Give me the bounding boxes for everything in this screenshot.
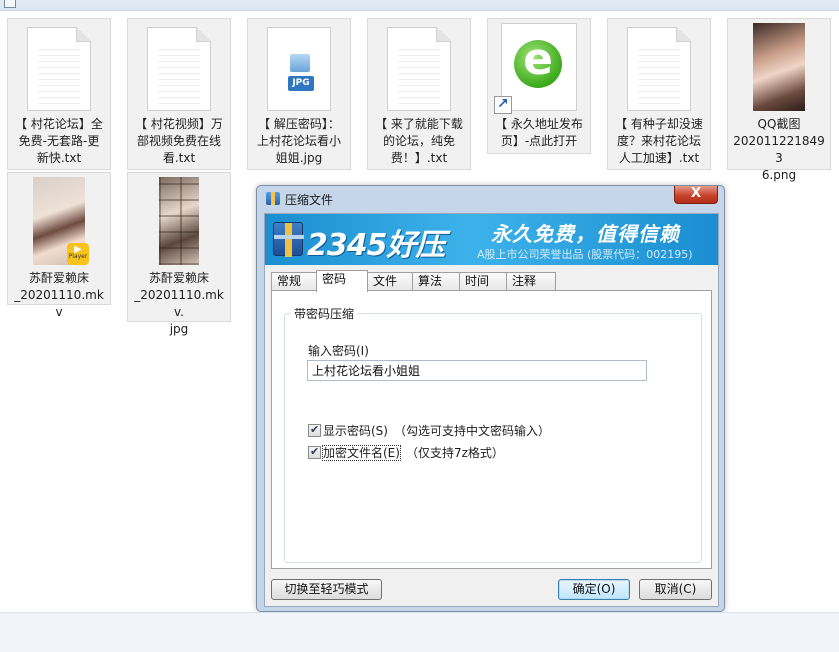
banner-slogan: 永久免费，值得信赖 (491, 222, 680, 246)
password-tab-panel: 带密码压缩 输入密码(I) 显示密码(S) （勾选可支持中文密码输入） 加密文件名… (271, 290, 712, 569)
file-name: 苏酐爱赖床 _20201110.mkv (14, 271, 104, 319)
brand-name: 2345好压 (307, 228, 445, 263)
file-tile-cunhua-forum[interactable]: 【 村花论坛】全 免费-无套路-更 新快.txt (7, 18, 111, 170)
player-badge-icon: Player (67, 243, 89, 265)
file-tile-video-mkv[interactable]: Player 苏酐爱赖床_20201110.mkv (7, 172, 111, 319)
tab-password[interactable]: 密码 (316, 270, 368, 292)
file-name: 【 有种子却没速 度？来村花论坛 人工加速】.txt (615, 117, 703, 165)
video-thumbnail: Player (33, 177, 89, 265)
explorer-status-bar (0, 612, 839, 652)
close-button[interactable]: X (674, 186, 718, 204)
text-document-icon (27, 27, 91, 111)
archive-app-icon (266, 192, 280, 205)
toolbar-view-icon[interactable] (4, 0, 16, 8)
text-document-icon (147, 27, 211, 111)
compress-dialog: 压缩文件 X 2345好压 永久免费，值得信赖 A股上市公司荣誉出品 (股票代码… (256, 185, 725, 612)
show-password-hint: （勾选可支持中文密码输入） (393, 424, 550, 438)
file-name: 【 永久地址发布 页】-点此打开 (495, 117, 583, 148)
file-name: 【 来了就能下载 的论坛，纯免 费！】.txt (375, 117, 463, 165)
file-tile-qq-screenshot[interactable]: QQ截图 2020112218493 6.png (727, 18, 831, 182)
image-collage-thumbnail (159, 177, 199, 265)
internet-shortcut-icon (494, 23, 577, 114)
text-document-icon (387, 27, 451, 111)
tab-algorithm[interactable]: 算法 (412, 272, 460, 291)
password-label: 输入密码(I) (308, 344, 369, 358)
explorer-toolbar-fragment (0, 0, 839, 11)
encrypt-filenames-option[interactable]: 加密文件名(E) （仅支持7z格式） (308, 444, 504, 461)
file-name: 【 村花视频】万 部视频免费在线 看.txt (135, 117, 223, 165)
show-password-option[interactable]: 显示密码(S) （勾选可支持中文密码输入） (308, 422, 550, 439)
image-thumbnail (753, 23, 805, 111)
file-tile-password-jpg[interactable]: JPG 【 解压密码】： 上村花论坛看小 姐姐.jpg (247, 18, 351, 170)
banner-subline: A股上市公司荣誉出品 (股票代码：002195) (477, 248, 693, 261)
ie-logo-icon (514, 34, 562, 88)
tab-files[interactable]: 文件 (367, 272, 413, 291)
jpg-file-icon: JPG (267, 27, 331, 111)
ok-button[interactable]: 确定(O) (558, 579, 630, 600)
dialog-body: 2345好压 永久免费，值得信赖 A股上市公司荣誉出品 (股票代码：002195… (264, 213, 719, 607)
show-password-checkbox[interactable] (308, 422, 321, 437)
file-tile-seed-speed[interactable]: 【 有种子却没速 度？来村花论坛 人工加速】.txt (607, 18, 711, 170)
group-title: 带密码压缩 (291, 305, 358, 322)
switch-lite-mode-button[interactable]: 切换至轻巧模式 (271, 579, 382, 600)
text-document-icon (627, 27, 691, 111)
cancel-button[interactable]: 取消(C) (639, 579, 712, 600)
encrypt-filenames-label: 加密文件名(E) (322, 445, 401, 461)
shortcut-arrow-icon (494, 96, 512, 114)
file-name: 苏酐爱赖床 _20201110.mkv. jpg (134, 271, 224, 336)
password-input[interactable] (307, 360, 647, 381)
tab-general[interactable]: 常规 (271, 272, 317, 291)
file-name: 【 村花论坛】全 免费-无套路-更 新快.txt (15, 117, 103, 165)
file-tile-cunhua-video[interactable]: 【 村花视频】万 部视频免费在线 看.txt (127, 18, 231, 170)
jpg-badge: JPG (288, 76, 314, 91)
show-password-label: 显示密码(S) (323, 424, 388, 438)
haozip-banner: 2345好压 永久免费，值得信赖 A股上市公司荣誉出品 (股票代码：002195… (265, 214, 718, 265)
tab-comment[interactable]: 注释 (506, 272, 556, 291)
encrypt-filenames-hint: （仅支持7z格式） (405, 446, 504, 460)
image-preview-icon (290, 54, 310, 72)
haozip-logo-icon (273, 222, 304, 257)
file-tile-permanent-address[interactable]: 【 永久地址发布页】-点此打开 (487, 18, 591, 154)
file-tile-free-download[interactable]: 【 来了就能下载 的论坛，纯免 费！】.txt (367, 18, 471, 170)
tab-time[interactable]: 时间 (459, 272, 507, 291)
file-tile-video-jpg[interactable]: 苏酐爱赖床 _20201110.mkv. jpg (127, 172, 231, 336)
file-name: 【 解压密码】： 上村花论坛看小 姐姐.jpg (256, 117, 341, 165)
password-group: 带密码压缩 输入密码(I) 显示密码(S) （勾选可支持中文密码输入） 加密文件名… (284, 305, 702, 563)
encrypt-filenames-checkbox[interactable] (308, 444, 321, 459)
dialog-titlebar[interactable]: 压缩文件 X (257, 186, 724, 212)
dialog-title: 压缩文件 (285, 193, 334, 207)
file-name: QQ截图 2020112218493 6.png (733, 117, 825, 182)
